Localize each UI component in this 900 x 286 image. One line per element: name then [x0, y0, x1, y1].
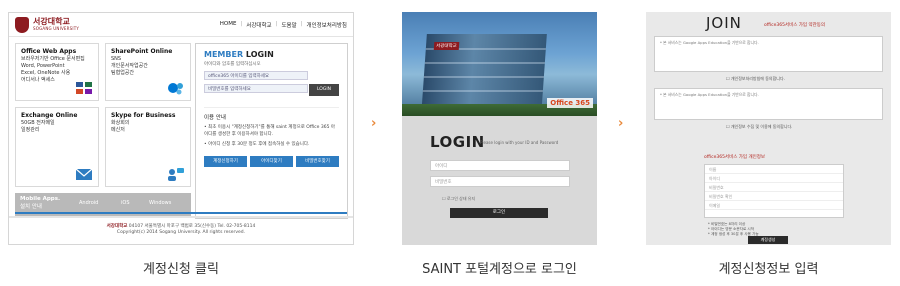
- tile-line: 메신저: [111, 127, 125, 133]
- nav-home[interactable]: HOME: [220, 21, 237, 29]
- footer-copyright: Copyright(c) 2014 Sogang University. All…: [116, 230, 246, 235]
- terms-agree-checkbox-2[interactable]: ☐ 개인정보 수집 및 이용에 동의합니다.: [726, 124, 792, 130]
- top-navigation: HOME | 서강대학교 | 도움말 | 개인정보처리방침: [219, 20, 347, 29]
- usage-guide-text: • 아이디 신청 후 30분 정도 후에 접속하실 수 있습니다.: [204, 142, 310, 147]
- tile-title: Skype for Business: [111, 112, 176, 119]
- tile-title: Exchange Online: [21, 112, 78, 119]
- people-chat-icon: [168, 168, 184, 181]
- tile-skype[interactable]: Skype for Business 화상회의 메신저: [105, 107, 191, 187]
- join-form-screenshot: JOIN office365서비스 가입 약관동의 * 본 서비스는 Googl…: [646, 12, 891, 245]
- join-subtitle: office365서비스 가입 약관동의: [764, 23, 826, 28]
- login-button[interactable]: LOGIN: [309, 84, 339, 96]
- password-confirm-field[interactable]: 비밀번호 확인: [705, 192, 843, 201]
- tile-title: SharePoint Online: [111, 48, 173, 55]
- tile-line: SNS: [111, 56, 122, 62]
- terms-box-2[interactable]: * 본 서비스는 Google Apps Education을 기반으로 합니다…: [654, 88, 883, 120]
- office365-badge: Office 365: [547, 98, 593, 108]
- tile-line: 일정관리: [21, 127, 40, 133]
- portal-footer: 서강대학교 04107 서울특별시 마포구 백범로 35(신수동) Tel. 0…: [9, 216, 353, 244]
- account-button-row: 계정신청하기 아이디찾기 비밀번호찾기: [204, 156, 339, 167]
- create-account-button[interactable]: 계정생성: [748, 236, 788, 244]
- tile-line: 브라우저기반 Office 문서편집: [21, 56, 85, 62]
- tile-line: 화상회의: [111, 120, 130, 126]
- mail-icon: [75, 168, 93, 180]
- tile-title: Office Web Apps: [21, 48, 77, 55]
- usage-guide-title: 이용 안내: [204, 107, 339, 121]
- form-section-title: office365서비스 가입 개인정보: [704, 155, 766, 160]
- login-title: LOGIN: [430, 133, 485, 151]
- find-id-button[interactable]: 아이디찾기: [250, 156, 293, 167]
- password-input[interactable]: 비밀번호를 입력하세요: [204, 84, 308, 93]
- usage-guide-text: • 최초 이용시 "계정신청하기"를 통해 saint 계정으로 Office …: [204, 125, 336, 137]
- terms-box-1[interactable]: * 본 서비스는 Google Apps Education을 기반으로 합니다…: [654, 36, 883, 72]
- caption-step-1: 계정신청 클릭: [143, 262, 219, 277]
- saint-login-button[interactable]: 로그인: [450, 208, 548, 218]
- sogang-logo: 서강대학교 SOGANG UNIVERSITY: [15, 16, 80, 33]
- step-arrow-icon: ›: [371, 116, 377, 131]
- logo-subtext: SOGANG UNIVERSITY: [33, 26, 80, 31]
- join-title: JOIN: [706, 14, 742, 32]
- terms-text: * 본 서비스는 Google Apps Education을 기반으로 합니다…: [660, 40, 759, 45]
- terms-agree-checkbox-1[interactable]: ☐ 개인정보처리방침에 동의합니다.: [726, 76, 785, 82]
- caption-step-2: SAINT 포털계정으로 로그인: [422, 262, 577, 277]
- password-field[interactable]: 비밀번호: [705, 183, 843, 192]
- portal-body: Office Web Apps 브라우저기반 Office 문서편집 Word,…: [15, 43, 348, 219]
- tile-office-web-apps[interactable]: Office Web Apps 브라우저기반 Office 문서편집 Word,…: [15, 43, 99, 101]
- tile-line: Excel, OneNote 사용: [21, 70, 71, 76]
- keep-login-checkbox[interactable]: ☐ 로그인 상태 유지: [442, 196, 475, 202]
- building-sign: 서강대학교: [433, 42, 460, 50]
- tile-line: Word, PowerPoint: [21, 63, 65, 69]
- footer-divider: [15, 212, 347, 214]
- footer-address: 04107 서울특별시 마포구 백범로 35(신수동) Tel. 02-705-…: [128, 224, 256, 229]
- login-subtitle: Please login with your ID and Password: [480, 140, 559, 145]
- tile-line: 50GB 전자메일: [21, 120, 55, 126]
- nav-help[interactable]: 도움말: [281, 21, 296, 29]
- join-form: 이름 아이디 비밀번호 비밀번호 확인 이메일: [704, 164, 844, 218]
- saint-login-screenshot: 서강대학교 Office 365 LOGIN Please login with…: [402, 12, 597, 245]
- apply-account-button[interactable]: 계정신청하기: [204, 156, 247, 167]
- terms-text: * 본 서비스는 Google Apps Education을 기반으로 합니다…: [660, 92, 759, 97]
- nav-university[interactable]: 서강대학교: [246, 21, 271, 29]
- university-seal-icon: [15, 16, 29, 33]
- logo-text: 서강대학교: [33, 17, 70, 26]
- email-field[interactable]: 이메일: [705, 201, 843, 210]
- id-field[interactable]: 아이디: [705, 174, 843, 183]
- footer-brand: 서강대학교: [106, 224, 128, 229]
- tile-line: 개인문서작업공간: [111, 63, 148, 69]
- step-arrow-icon: ›: [618, 116, 624, 131]
- tile-line: 팀협업공간: [111, 70, 135, 76]
- login-instruction: 아이디와 암호를 입력하십시오: [204, 62, 261, 67]
- name-field[interactable]: 이름: [705, 165, 843, 174]
- form-notes: * 비밀번호는 8자리 이상 * 아이디는 영문 소문자로 시작 * 계정 생성…: [708, 222, 759, 237]
- saint-password-input[interactable]: 비밀번호: [430, 176, 570, 187]
- ios-label[interactable]: iOS: [121, 200, 130, 206]
- member-login-title: MEMBER LOGIN: [204, 50, 274, 59]
- saint-id-input[interactable]: 아이디: [430, 160, 570, 171]
- caption-step-3: 계정신청정보 입력: [718, 262, 819, 277]
- tile-sharepoint[interactable]: SharePoint Online SNS 개인문서작업공간 팀협업공간: [105, 43, 191, 101]
- nav-privacy[interactable]: 개인정보처리방침: [307, 21, 347, 29]
- member-login-box: MEMBER LOGIN 아이디와 암호를 입력하십시오 office365 아…: [195, 43, 348, 219]
- id-input[interactable]: office365 아이디를 입력하세요: [204, 71, 308, 80]
- find-password-button[interactable]: 비밀번호찾기: [296, 156, 339, 167]
- android-label[interactable]: Android: [79, 200, 98, 206]
- windows-label[interactable]: Windows: [149, 200, 171, 206]
- sharepoint-icon: [168, 83, 183, 95]
- portal-header: 서강대학교 SOGANG UNIVERSITY HOME | 서강대학교 | 도움말…: [9, 13, 353, 37]
- portal-screenshot: 서강대학교 SOGANG UNIVERSITY HOME | 서강대학교 | 도움말…: [8, 12, 354, 245]
- campus-building-photo: 서강대학교 Office 365: [402, 12, 597, 116]
- tile-exchange[interactable]: Exchange Online 50GB 전자메일 일정관리: [15, 107, 99, 187]
- office-apps-icon: [76, 82, 92, 94]
